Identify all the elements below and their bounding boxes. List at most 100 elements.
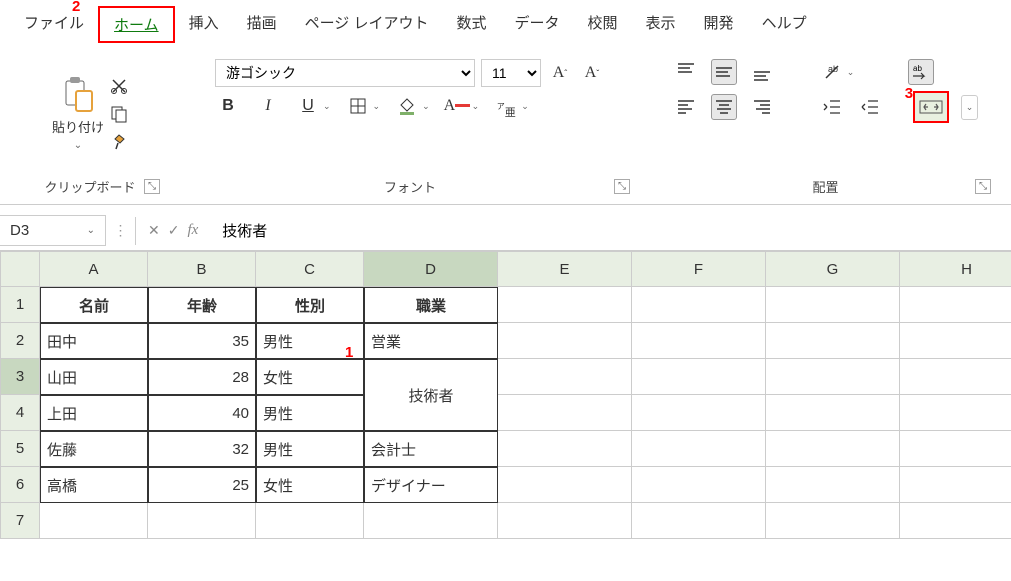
- cell-F2[interactable]: [632, 323, 766, 359]
- col-C[interactable]: C: [256, 251, 364, 287]
- row-1[interactable]: 1: [0, 287, 40, 323]
- align-bottom-icon[interactable]: [749, 59, 775, 85]
- cell-E4[interactable]: [498, 395, 632, 431]
- copy-icon[interactable]: [110, 105, 128, 123]
- cell-D5[interactable]: 会計士: [364, 431, 498, 467]
- col-B[interactable]: B: [148, 251, 256, 287]
- clipboard-dialog-launcher[interactable]: ⤡: [144, 179, 160, 194]
- paste-dropdown[interactable]: ⌄: [74, 140, 82, 151]
- cell-E5[interactable]: [498, 431, 632, 467]
- cell-A6[interactable]: 高橋: [40, 467, 148, 503]
- cell-G3[interactable]: [766, 359, 900, 395]
- cell-E7[interactable]: [498, 503, 632, 539]
- cell-E6[interactable]: [498, 467, 632, 503]
- cell-B1[interactable]: 年齢: [148, 287, 256, 323]
- cell-H2[interactable]: [900, 323, 1011, 359]
- cell-H1[interactable]: [900, 287, 1011, 323]
- cell-H4[interactable]: [900, 395, 1011, 431]
- bold-icon[interactable]: B: [215, 93, 241, 119]
- align-top-icon[interactable]: [673, 59, 699, 85]
- cell-E2[interactable]: [498, 323, 632, 359]
- cell-A4[interactable]: 上田: [40, 395, 148, 431]
- cell-G1[interactable]: [766, 287, 900, 323]
- cell-H6[interactable]: [900, 467, 1011, 503]
- cell-F7[interactable]: [632, 503, 766, 539]
- underline-icon[interactable]: U: [295, 93, 321, 119]
- cell-E1[interactable]: [498, 287, 632, 323]
- cell-C7[interactable]: [256, 503, 364, 539]
- font-size-select[interactable]: 11: [481, 59, 541, 87]
- menu-help[interactable]: ヘルプ: [748, 6, 821, 43]
- borders-dropdown[interactable]: ⌄: [373, 101, 381, 112]
- paste-icon[interactable]: [58, 77, 98, 113]
- menu-developer[interactable]: 開発: [690, 6, 748, 43]
- name-box[interactable]: D3⌄: [0, 215, 106, 246]
- cell-G2[interactable]: [766, 323, 900, 359]
- menu-page-layout[interactable]: ページ レイアウト: [291, 6, 443, 43]
- cell-A2[interactable]: 田中: [40, 323, 148, 359]
- cell-A5[interactable]: 佐藤: [40, 431, 148, 467]
- cell-A3[interactable]: 山田: [40, 359, 148, 395]
- align-left-icon[interactable]: [673, 94, 699, 120]
- cell-B2[interactable]: 35: [148, 323, 256, 359]
- cell-F6[interactable]: [632, 467, 766, 503]
- wrap-text-icon[interactable]: ab: [908, 59, 934, 85]
- font-color-icon[interactable]: A: [444, 93, 470, 119]
- merge-center-dropdown[interactable]: ⌄: [961, 95, 979, 120]
- cell-H5[interactable]: [900, 431, 1011, 467]
- cell-F5[interactable]: [632, 431, 766, 467]
- cell-B4[interactable]: 40: [148, 395, 256, 431]
- row-4[interactable]: 4: [0, 395, 40, 431]
- cell-G4[interactable]: [766, 395, 900, 431]
- row-6[interactable]: 6: [0, 467, 40, 503]
- phonetic-icon[interactable]: ア亜: [493, 93, 519, 119]
- cell-C5[interactable]: 男性: [256, 431, 364, 467]
- fill-color-icon[interactable]: [394, 93, 420, 119]
- row-7[interactable]: 7: [0, 503, 40, 539]
- borders-icon[interactable]: [345, 93, 371, 119]
- col-D[interactable]: D: [364, 251, 498, 287]
- font-dialog-launcher[interactable]: ⤡: [614, 179, 630, 194]
- increase-font-icon[interactable]: Aˆ: [547, 60, 573, 86]
- cell-B6[interactable]: 25: [148, 467, 256, 503]
- cell-C1[interactable]: 性別: [256, 287, 364, 323]
- fx-icon[interactable]: fx: [187, 222, 198, 239]
- col-F[interactable]: F: [632, 251, 766, 287]
- select-all-corner[interactable]: [0, 251, 40, 287]
- col-E[interactable]: E: [498, 251, 632, 287]
- cell-H3[interactable]: [900, 359, 1011, 395]
- cell-F3[interactable]: [632, 359, 766, 395]
- cell-D3-D4-merged[interactable]: 1技術者: [364, 359, 498, 431]
- row-5[interactable]: 5: [0, 431, 40, 467]
- cell-C6[interactable]: 女性: [256, 467, 364, 503]
- row-3[interactable]: 3: [0, 359, 40, 395]
- orientation-dropdown[interactable]: ⌄: [847, 67, 855, 78]
- menu-formulas[interactable]: 数式: [442, 6, 500, 43]
- cut-icon[interactable]: [110, 77, 128, 95]
- cell-F4[interactable]: [632, 395, 766, 431]
- col-H[interactable]: H: [900, 251, 1011, 287]
- cell-C3[interactable]: 女性: [256, 359, 364, 395]
- menu-home[interactable]: ホーム: [98, 6, 175, 43]
- cell-G7[interactable]: [766, 503, 900, 539]
- cell-G6[interactable]: [766, 467, 900, 503]
- increase-indent-icon[interactable]: [857, 94, 883, 120]
- cell-D6[interactable]: デザイナー: [364, 467, 498, 503]
- cancel-icon[interactable]: ✕: [148, 222, 160, 239]
- cell-B5[interactable]: 32: [148, 431, 256, 467]
- menu-insert[interactable]: 挿入: [175, 6, 233, 43]
- cell-A7[interactable]: [40, 503, 148, 539]
- cell-D7[interactable]: [364, 503, 498, 539]
- cell-D1[interactable]: 職業: [364, 287, 498, 323]
- cell-D2[interactable]: 営業: [364, 323, 498, 359]
- align-center-icon[interactable]: [711, 94, 737, 120]
- alignment-dialog-launcher[interactable]: ⤡: [975, 179, 991, 194]
- menu-file[interactable]: ファイル: [10, 6, 98, 43]
- menu-view[interactable]: 表示: [632, 6, 690, 43]
- paste-label[interactable]: 貼り付け: [52, 117, 104, 136]
- underline-dropdown[interactable]: ⌄: [323, 101, 331, 112]
- font-color-dropdown[interactable]: ⌄: [472, 101, 480, 112]
- cell-B7[interactable]: [148, 503, 256, 539]
- cell-B3[interactable]: 28: [148, 359, 256, 395]
- align-middle-icon[interactable]: [711, 59, 737, 85]
